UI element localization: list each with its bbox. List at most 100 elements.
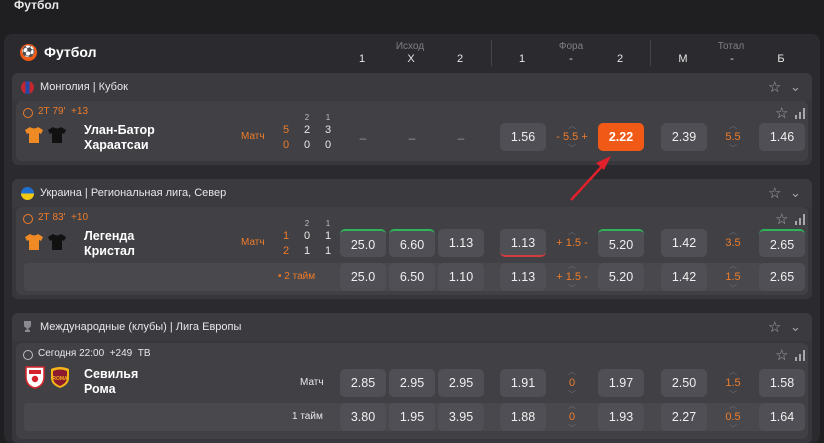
total-value: 5.5 — [725, 131, 741, 143]
score-team1: 5 — [282, 124, 290, 136]
team2-name[interactable]: Кристал — [84, 244, 135, 258]
chevron-down-icon[interactable]: ﹀ — [713, 391, 753, 399]
league-header[interactable]: Монголия | Кубок ☆ ⌄ — [12, 73, 812, 101]
odd-handicap-1[interactable]: 1.56 — [500, 123, 546, 151]
chevron-up-icon[interactable]: ︿ — [713, 368, 753, 376]
odd-handicap-1[interactable]: 1.13 — [500, 263, 546, 291]
chevron-up-icon[interactable]: ︿ — [552, 262, 592, 270]
chevron-up-icon[interactable]: ︿ — [713, 228, 753, 236]
favorite-star-icon[interactable]: ☆ — [775, 212, 788, 227]
odd-outcome-1[interactable]: 2.85 — [340, 369, 386, 397]
chevron-down-icon[interactable]: ﹀ — [552, 285, 592, 293]
league-block: Монголия | Кубок ☆ ⌄ 2Т 79' +13 ☆ Улан-Б… — [12, 73, 812, 165]
odd-outcome-1[interactable]: 3.80 — [340, 403, 386, 431]
match-card[interactable]: 2Т 79' +13 ☆ Улан-Батор Хараатсаи Матч 5… — [16, 101, 808, 161]
col-handicap-mid: - — [569, 53, 573, 65]
chevron-up-icon[interactable]: ︿ — [552, 402, 592, 410]
odd-outcome-x[interactable]: 2.95 — [389, 369, 435, 397]
odd-total-under[interactable]: 2.50 — [661, 369, 707, 397]
chevron-up-icon[interactable]: ︿ — [713, 122, 753, 130]
odd-total-over[interactable]: 1.64 — [759, 403, 805, 431]
favorite-star-icon[interactable]: ☆ — [768, 320, 781, 335]
match-card[interactable]: Сегодня 22:00 +249 ТВ ☆ ROMA Севилья Ром… — [16, 343, 808, 439]
odd-total-under[interactable]: 1.42 — [661, 229, 707, 257]
match-time: 2Т 79' +13 — [38, 106, 89, 117]
handicap-value: 0 — [568, 411, 576, 423]
odd-handicap-1[interactable]: 1.88 — [500, 403, 546, 431]
odd-outcome-x[interactable]: 6.60 — [389, 229, 435, 257]
chevron-up-icon[interactable]: ︿ — [713, 402, 753, 410]
odd-total-under[interactable]: 2.39 — [661, 123, 707, 151]
favorite-star-icon[interactable]: ☆ — [775, 348, 788, 363]
chevron-down-icon[interactable]: ﹀ — [713, 145, 753, 153]
match-time: Сегодня 22:00 +249 ТВ — [38, 348, 151, 359]
extra-markets-count: +13 — [71, 106, 89, 117]
team-shirt-orange-icon — [25, 127, 43, 143]
odd-outcome-1[interactable]: 25.0 — [340, 263, 386, 291]
odd-handicap-1[interactable]: 1.91 — [500, 369, 546, 397]
header-divider — [491, 40, 492, 66]
team2-name[interactable]: Хараатсаи — [84, 138, 149, 152]
team1-name[interactable]: Севилья — [84, 367, 138, 381]
favorite-star-icon[interactable]: ☆ — [775, 106, 788, 121]
chevron-up-icon[interactable]: ︿ — [552, 122, 592, 130]
odd-total-under[interactable]: 1.42 — [661, 263, 707, 291]
live-clock-icon — [23, 108, 33, 118]
league-header[interactable]: Международные (клубы) | Лига Европы ☆ ⌄ — [12, 313, 812, 341]
odd-outcome-2[interactable]: 1.13 — [438, 229, 484, 257]
chevron-down-icon[interactable]: ﹀ — [552, 145, 592, 153]
period-header: 1 — [325, 219, 331, 228]
chevron-up-icon[interactable]: ︿ — [713, 262, 753, 270]
favorite-star-icon[interactable]: ☆ — [768, 186, 781, 201]
odd-outcome-2[interactable]: 3.95 — [438, 403, 484, 431]
chevron-up-icon[interactable]: ︿ — [552, 228, 592, 236]
col-total-under: М — [678, 53, 688, 65]
chevron-up-icon[interactable]: ︿ — [552, 368, 592, 376]
odd-outcome-2[interactable]: 2.95 — [438, 369, 484, 397]
col-total-mid: - — [730, 53, 734, 65]
odd-handicap-2[interactable]: 1.93 — [598, 403, 644, 431]
odd-handicap-2[interactable]: 5.20 — [598, 229, 644, 257]
sevilla-crest-icon — [25, 366, 45, 389]
league-header[interactable]: Украина | Региональная лига, Север ☆ ⌄ — [12, 179, 812, 207]
chevron-down-icon[interactable]: ﹀ — [552, 425, 592, 433]
period-header: 2 — [304, 113, 310, 122]
chevron-down-icon[interactable]: ⌄ — [790, 320, 801, 333]
odd-total-over[interactable]: 1.58 — [759, 369, 805, 397]
odd-outcome-x[interactable]: 6.50 — [389, 263, 435, 291]
team2-name[interactable]: Рома — [84, 382, 116, 396]
team1-name[interactable]: Легенда — [84, 229, 134, 243]
chevron-down-icon[interactable]: ﹀ — [713, 285, 753, 293]
chevron-down-icon[interactable]: ⌄ — [790, 80, 801, 93]
odd-handicap-2[interactable]: 5.20 — [598, 263, 644, 291]
odd-handicap-1[interactable]: 1.13 — [500, 229, 546, 257]
handicap-value: - 5.5 + — [556, 131, 588, 143]
period-score: 1 — [324, 245, 332, 257]
chevron-down-icon[interactable]: ﹀ — [713, 425, 753, 433]
chevron-down-icon[interactable]: ﹀ — [552, 391, 592, 399]
score-team1: 1 — [282, 230, 290, 242]
odd-total-under[interactable]: 2.27 — [661, 403, 707, 431]
odd-total-over[interactable]: 2.65 — [759, 263, 805, 291]
odd-outcome-2: – — [457, 131, 465, 145]
match-card[interactable]: 2Т 83' +10 ☆ Легенда Кристал Матч 1 2 2 … — [16, 207, 808, 295]
chevron-down-icon[interactable]: ⌄ — [790, 186, 801, 199]
col-outcome-1: 1 — [358, 53, 366, 65]
odd-outcome-1[interactable]: 25.0 — [340, 229, 386, 257]
odd-total-over[interactable]: 1.46 — [759, 123, 805, 151]
total-value: 1.5 — [725, 271, 741, 283]
odd-handicap-2-selected[interactable]: 2.22 — [598, 123, 644, 151]
soccer-ball-icon: ⚽ — [20, 44, 37, 61]
period-header: 1 — [325, 113, 331, 122]
team1-name[interactable]: Улан-Батор — [84, 123, 155, 137]
stats-bars-icon[interactable] — [795, 350, 806, 361]
odd-outcome-x[interactable]: 1.95 — [389, 403, 435, 431]
period-score: 1 — [324, 230, 332, 242]
stats-bars-icon[interactable] — [795, 108, 806, 119]
odd-handicap-2[interactable]: 1.97 — [598, 369, 644, 397]
odd-total-over[interactable]: 2.65 — [759, 229, 805, 257]
stats-bars-icon[interactable] — [795, 214, 806, 225]
odd-outcome-2[interactable]: 1.10 — [438, 263, 484, 291]
favorite-star-icon[interactable]: ☆ — [768, 80, 781, 95]
team-shirt-black-icon — [48, 234, 66, 250]
